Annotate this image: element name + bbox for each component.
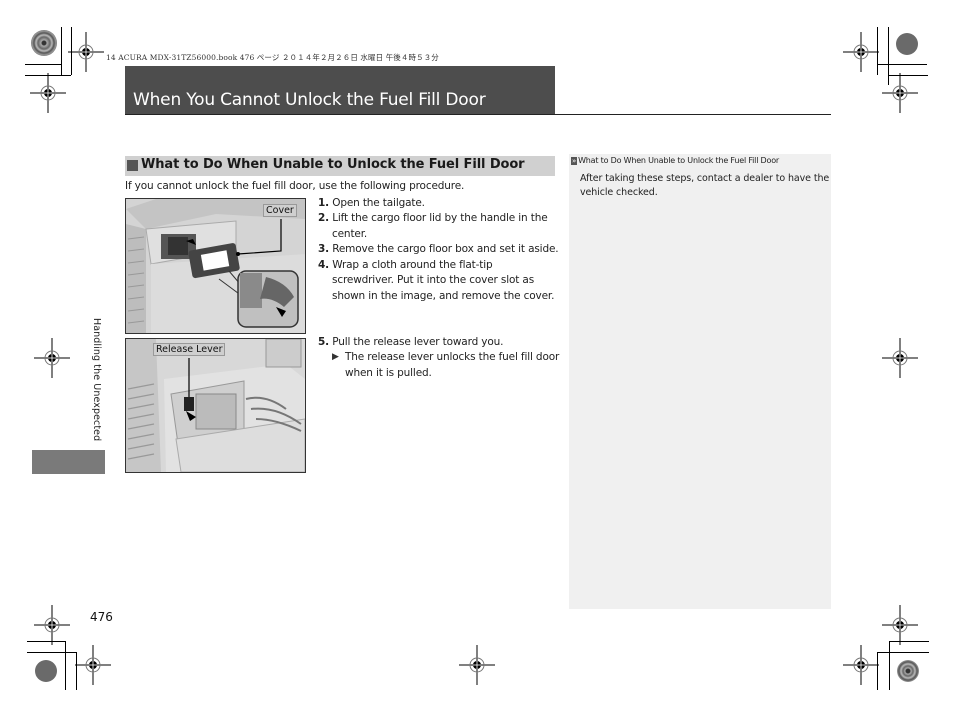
step-2: 2. Lift the cargo floor lid by the handl… <box>318 212 548 224</box>
cargo-side-drawing <box>126 339 305 472</box>
step-3: 3. Remove the cargo floor box and set it… <box>318 243 559 255</box>
title-divider <box>125 114 831 115</box>
sidebar-note-text: After taking these steps, contact a deal… <box>580 173 830 198</box>
cargo-cover-drawing <box>126 199 305 333</box>
registration-target-icon <box>29 72 67 114</box>
page-title: When You Cannot Unlock the Fuel Fill Doo… <box>133 90 486 110</box>
step-4-continuation: shown in the image, and remove the cover… <box>332 290 555 302</box>
registration-target-icon <box>67 31 105 73</box>
registration-target-icon <box>881 337 919 379</box>
side-tab-block <box>32 450 105 474</box>
step-1: 1. Open the tailgate. <box>318 197 425 209</box>
intro-text: If you cannot unlock the fuel fill door,… <box>125 180 465 192</box>
registration-target-icon <box>842 644 880 686</box>
square-bullet-icon <box>127 160 138 171</box>
step-5-note-continuation: when it is pulled. <box>345 367 432 379</box>
release-lever-illustration: Release Lever <box>125 338 306 473</box>
step-4: 4. Wrap a cloth around the flat-tip <box>318 259 493 271</box>
release-lever-callout-label: Release Lever <box>153 343 226 356</box>
double-chevron-icon: » <box>571 157 578 165</box>
registration-target-icon <box>881 604 919 646</box>
sidebar-note-title: » What to Do When Unable to Unlock the Fu… <box>571 156 779 165</box>
registration-target-icon <box>881 72 919 114</box>
side-tab-label: Handling the Unexpected <box>91 318 102 442</box>
print-book-line: 14 ACURA MDX-31TZ56000.book 476 ページ ２０１４… <box>106 53 439 62</box>
registration-target-icon <box>33 604 71 646</box>
page-number: 476 <box>90 610 113 624</box>
step-4-continuation: screwdriver. Put it into the cover slot … <box>332 274 535 286</box>
step-5-note: The release lever unlocks the fuel fill … <box>345 351 560 363</box>
registration-target-icon <box>33 337 71 379</box>
step-5: 5. Pull the release lever toward you. <box>318 336 504 348</box>
cover-illustration: Cover <box>125 198 306 334</box>
sidebar-note-box <box>569 154 831 609</box>
section-heading: What to Do When Unable to Unlock the Fue… <box>141 157 525 172</box>
registration-target-icon <box>458 644 496 686</box>
registration-target-icon <box>74 644 112 686</box>
triangle-right-icon: ▶ <box>332 352 339 362</box>
step-2-continuation: center. <box>332 228 368 240</box>
cover-callout-label: Cover <box>263 204 297 217</box>
registration-target-icon <box>842 31 880 73</box>
